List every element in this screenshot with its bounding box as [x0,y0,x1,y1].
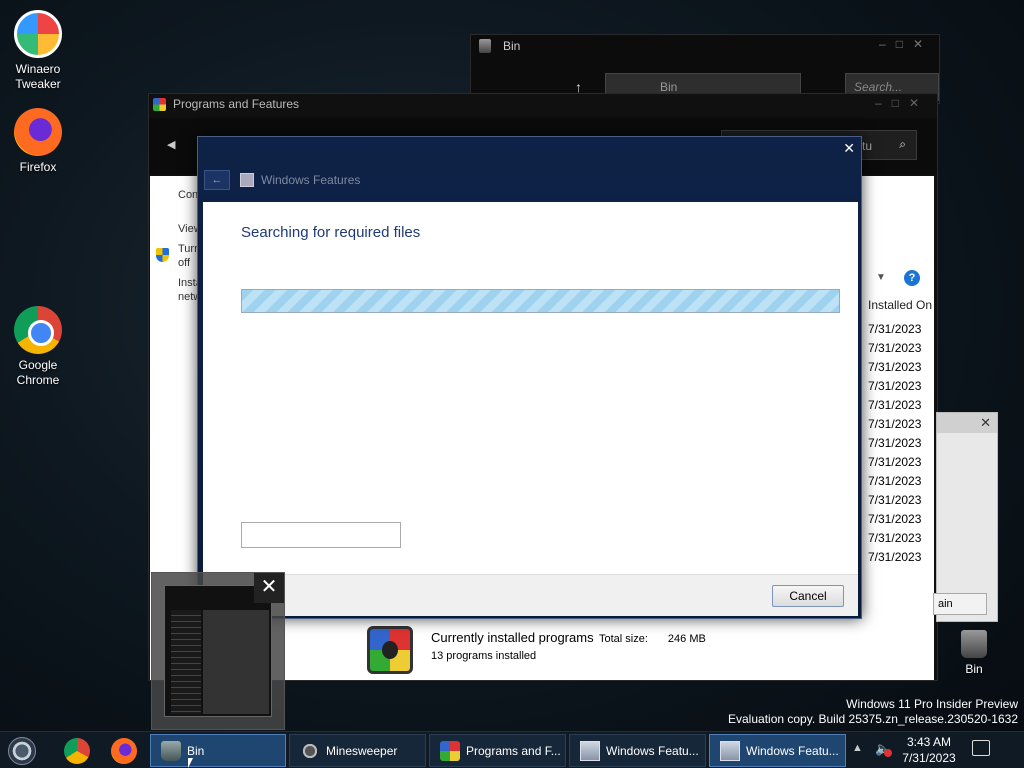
windows-features-icon [720,741,740,761]
desktop-icon-bin[interactable]: Bin [950,630,998,676]
taskbar: Bin Minesweeper Programs and F... Window… [0,731,1024,768]
mouse-cursor-icon [188,758,193,768]
desktop-icon-label: Bin [965,662,983,676]
list-item[interactable]: 7/31/2023 [868,491,921,510]
list-item[interactable]: 7/31/2023 [868,358,921,377]
help-icon[interactable]: ? [904,270,920,286]
desktop-icon-label: Winaero Tweaker [15,62,61,91]
windows-features-dialog[interactable]: ✕ ← Windows Features Searching for requi… [197,136,862,619]
windows-features-icon [580,741,600,761]
recycle-bin-icon [479,39,491,53]
taskbar-item-windows-features[interactable]: Windows Featu... [569,734,706,767]
currently-installed-label: Currently installed programs [431,630,594,645]
windows-features-icon [240,173,254,187]
cancel-button[interactable]: Cancel [772,585,844,607]
taskbar-thumbnail-preview[interactable]: ✕ [151,572,285,730]
list-item[interactable]: 7/31/2023 [868,320,921,339]
list-item[interactable]: 7/31/2023 [868,396,921,415]
programs-features-icon [367,626,413,674]
system-clock[interactable]: 3:43 AM 7/31/2023 [898,734,960,766]
progress-bar [241,289,840,313]
dialog-title: Windows Features [261,173,361,187]
window-title: Bin [503,39,521,53]
taskbar-item-bin[interactable]: Bin [150,734,286,767]
shield-icon [156,248,169,262]
desktop-icon-label: Google Chrome [16,358,60,387]
list-item[interactable]: 7/31/2023 [868,510,921,529]
clock-time: 3:43 AM [906,735,952,749]
notification-icon[interactable] [972,740,990,756]
winaero-tweaker-icon [14,10,62,58]
close-icon[interactable]: ✕ [254,573,284,603]
list-item[interactable]: 7/31/2023 [868,529,921,548]
taskbar-item-minesweeper[interactable]: Minesweeper [289,734,426,767]
list-item[interactable]: 7/31/2023 [868,339,921,358]
programs-features-icon [153,98,166,111]
chevron-up-icon[interactable]: ▲ [852,742,863,754]
list-item[interactable]: 7/31/2023 [868,472,921,491]
close-icon[interactable]: ✕ [843,140,855,157]
desktop-icon-firefox[interactable]: Firefox [0,108,76,175]
window-title: Programs and Features [173,97,300,111]
recycle-bin-icon [161,741,181,761]
search-icon[interactable]: ⌕ [899,137,906,152]
dialog-button[interactable]: ain [933,593,987,615]
status-heading: Searching for required files [241,224,421,241]
list-item[interactable]: 7/31/2023 [868,415,921,434]
back-button[interactable]: ← [204,170,230,190]
volume-muted-icon[interactable]: 🔈 [875,741,892,757]
details-pane: Currently installed programs Total size:… [367,626,767,682]
chrome-icon[interactable] [64,738,90,764]
evaluation-watermark: Windows 11 Pro Insider Preview Evaluatio… [728,697,1018,726]
clock-date: 7/31/2023 [902,751,956,765]
close-icon[interactable]: ✕ [980,415,991,431]
dialog-content: Searching for required files [203,202,858,574]
status-box [241,522,401,548]
window-controls[interactable]: –□✕ [879,37,933,51]
chevron-down-icon[interactable]: ▼ [876,272,886,283]
back-arrow-icon[interactable]: ◀ [167,138,175,151]
recycle-bin-icon [961,630,987,658]
taskbar-item-windows-features-active[interactable]: Windows Featu... [709,734,846,767]
list-item[interactable]: 7/31/2023 [868,434,921,453]
firefox-icon [14,108,62,156]
list-item[interactable]: 7/31/2023 [868,453,921,472]
minesweeper-icon [300,741,320,761]
window-controls[interactable]: –□✕ [875,96,929,110]
desktop-icon-google-chrome[interactable]: Google Chrome [0,306,76,388]
column-header-installed-on[interactable]: Installed On [868,298,932,312]
programs-features-icon [440,741,460,761]
chrome-icon [14,306,62,354]
small-dialog[interactable]: ✕ ain [933,412,998,622]
list-item[interactable]: 7/31/2023 [868,377,921,396]
thumbnail-image [164,585,272,717]
taskbar-item-programs-and-features[interactable]: Programs and F... [429,734,566,767]
dialog-footer: Cancel [203,574,858,616]
installed-dates-column: 7/31/2023 7/31/2023 7/31/2023 7/31/2023 … [868,320,921,567]
firefox-icon[interactable] [111,738,137,764]
desktop-icon-label: Firefox [19,160,57,174]
total-size: Total size: 246 MB [599,633,706,645]
start-button[interactable] [8,737,36,765]
programs-count: 13 programs installed [431,650,537,662]
list-item[interactable]: 7/31/2023 [868,548,921,567]
desktop-icon-winaero-tweaker[interactable]: Winaero Tweaker [0,10,76,92]
